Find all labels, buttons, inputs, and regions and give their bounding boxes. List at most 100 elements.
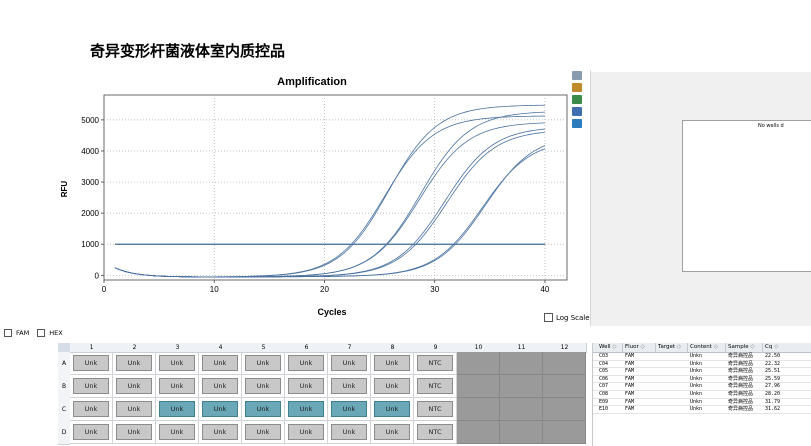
plate-well[interactable]: NTC <box>414 421 457 444</box>
column-header-sample[interactable]: Sample ◇ <box>726 343 763 352</box>
x-tick-label: 10 <box>210 285 219 294</box>
plate-well[interactable]: Unk <box>199 352 242 375</box>
cell-content: Unkn <box>690 375 703 382</box>
well-content-label: Unk <box>116 355 152 371</box>
print-icon[interactable] <box>572 83 582 92</box>
cell-cq: 22.50 <box>765 353 781 359</box>
table-row[interactable]: C07 FAM Unkn 奇异病控品 27.96 <box>593 383 811 391</box>
export-icon[interactable] <box>572 107 582 116</box>
sort-icon[interactable]: ◇ <box>639 344 645 350</box>
chart-toolbar <box>572 71 586 131</box>
plate-row-header[interactable]: B <box>58 375 70 399</box>
well-content-label: Unk <box>331 378 367 394</box>
column-header-well[interactable]: Well ◇ <box>597 343 623 352</box>
trend-icon[interactable] <box>572 119 582 128</box>
y-tick-label: 0 <box>95 271 100 280</box>
plate-well[interactable] <box>500 398 543 421</box>
save-image-icon[interactable] <box>572 95 582 104</box>
plate-well[interactable]: Unk <box>285 421 328 444</box>
cell-fluor: FAM <box>625 368 635 375</box>
plate-well[interactable]: Unk <box>242 375 285 398</box>
plate-well[interactable]: Unk <box>156 398 199 421</box>
log-scale-toggle[interactable]: Log Scale <box>544 313 590 322</box>
plate-well[interactable]: Unk <box>328 375 371 398</box>
column-header-label: Sample <box>728 344 749 350</box>
plate-well[interactable]: Unk <box>113 352 156 375</box>
log-scale-checkbox[interactable] <box>544 313 553 322</box>
plate-well[interactable]: Unk <box>242 421 285 444</box>
plate-well[interactable] <box>543 421 586 444</box>
well-content-label: Unk <box>73 401 109 417</box>
cell-cq: 27.96 <box>765 383 781 390</box>
y-tick-label: 4000 <box>81 147 99 156</box>
table-row[interactable]: C06 FAM Unkn 奇异病控品 25.59 <box>593 376 811 384</box>
plate-well[interactable]: Unk <box>70 352 113 375</box>
column-header-target[interactable]: Target ◇ <box>656 343 688 352</box>
fam-checkbox[interactable] <box>4 329 12 337</box>
plate-well[interactable]: Unk <box>328 421 371 444</box>
table-row[interactable]: C03 FAM Unkn 奇异病控品 22.50 <box>593 353 811 361</box>
plate-row-header[interactable]: D <box>58 421 70 445</box>
plate-well[interactable] <box>543 398 586 421</box>
column-header-fluor[interactable]: Fluor ◇ <box>623 343 656 352</box>
plate-row-header[interactable]: C <box>58 398 70 422</box>
plate-well[interactable] <box>543 352 586 375</box>
plate-well[interactable] <box>457 421 500 444</box>
sort-icon[interactable]: ◇ <box>749 344 754 350</box>
hex-checkbox[interactable] <box>37 329 46 337</box>
plate-well[interactable]: Unk <box>371 398 414 421</box>
plate-well[interactable]: Unk <box>156 352 199 375</box>
plate-well[interactable]: Unk <box>285 352 328 375</box>
plate-well[interactable]: Unk <box>328 352 371 375</box>
plate-well[interactable]: NTC <box>414 352 457 375</box>
table-row[interactable]: C05 FAM Unkn 奇异病控品 25.51 <box>593 368 811 376</box>
plate-well[interactable]: Unk <box>156 375 199 398</box>
plate-well[interactable]: NTC <box>414 375 457 398</box>
table-row[interactable]: C04 FAM Unkn 奇异病控品 22.32 <box>593 361 811 369</box>
sort-icon[interactable]: ◇ <box>772 344 778 350</box>
chart-x-label: Cycles <box>317 307 346 317</box>
plate-well[interactable]: Unk <box>371 375 414 398</box>
sort-icon[interactable]: ◇ <box>675 344 681 350</box>
plate-row-header[interactable]: A <box>58 352 70 376</box>
plate-well[interactable]: Unk <box>242 352 285 375</box>
plate-well[interactable] <box>543 375 586 398</box>
plate-well[interactable]: Unk <box>371 352 414 375</box>
table-row[interactable]: E09 FAM Unkn 奇异病控品 31.79 <box>593 399 811 407</box>
plate-well[interactable]: Unk <box>156 421 199 444</box>
plate-well[interactable]: Unk <box>285 398 328 421</box>
plate-well[interactable] <box>500 352 543 375</box>
table-row[interactable]: C08 FAM Unkn 奇异病控品 28.20 <box>593 391 811 399</box>
well-content-label: Unk <box>116 401 152 417</box>
plate-well[interactable]: Unk <box>285 375 328 398</box>
cell-cq: 25.59 <box>765 375 781 382</box>
plate-well[interactable]: Unk <box>70 375 113 398</box>
plate-well[interactable]: NTC <box>414 398 457 421</box>
plate-well[interactable] <box>457 375 500 398</box>
sort-icon[interactable]: ◇ <box>611 344 616 350</box>
plate-well[interactable] <box>457 398 500 421</box>
plate-well[interactable]: Unk <box>242 398 285 421</box>
plate-well[interactable]: Unk <box>199 375 242 398</box>
plate-well[interactable]: Unk <box>70 398 113 421</box>
cell-content: Unkn <box>690 368 703 375</box>
plate-well[interactable]: Unk <box>113 375 156 398</box>
plate-well[interactable]: Unk <box>328 398 371 421</box>
plate-well[interactable] <box>500 375 543 398</box>
cell-content: Unkn <box>690 360 703 367</box>
plate-well[interactable]: Unk <box>199 421 242 444</box>
column-header-content[interactable]: Content ◇ <box>688 343 726 352</box>
plate-well[interactable]: Unk <box>199 398 242 421</box>
sort-icon[interactable]: ◇ <box>712 344 718 350</box>
copy-icon[interactable] <box>572 71 582 80</box>
column-header-cq[interactable]: Cq ◇ <box>763 343 811 352</box>
well-content-label: Unk <box>331 401 367 417</box>
table-row[interactable]: E10 FAM Unkn 奇异病控品 31.62 <box>593 406 811 414</box>
plate-well[interactable]: Unk <box>113 421 156 444</box>
well-content-label: Unk <box>202 424 238 440</box>
plate-well[interactable] <box>457 352 500 375</box>
plate-well[interactable]: Unk <box>70 421 113 444</box>
plate-well[interactable] <box>500 421 543 444</box>
plate-well[interactable]: Unk <box>113 398 156 421</box>
plate-well[interactable]: Unk <box>371 421 414 444</box>
